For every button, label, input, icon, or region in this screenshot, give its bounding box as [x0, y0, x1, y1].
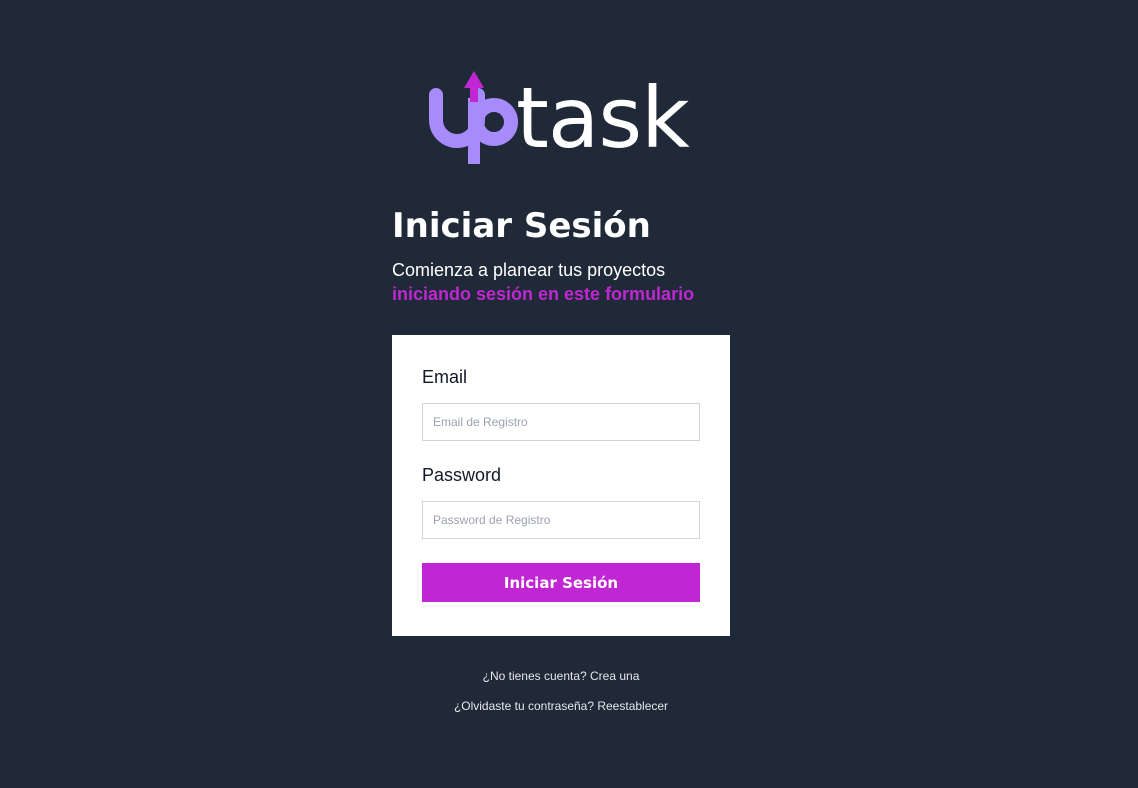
password-input[interactable]: [422, 501, 700, 539]
auth-footer-links: ¿No tienes cuenta? Crea una ¿Olvidaste t…: [392, 666, 730, 716]
page-title: Iniciar Sesión: [392, 206, 651, 246]
subtitle-line-1: Comienza a planear tus proyectos: [392, 260, 666, 280]
logo-wordmark: task: [516, 69, 690, 167]
up-arrow-logo-icon: [429, 71, 518, 164]
password-label: Password: [422, 465, 502, 485]
subtitle-line-2-highlight: iniciando sesión en este formulario: [392, 284, 695, 304]
login-submit-button[interactable]: Iniciar Sesión: [422, 563, 700, 602]
register-link[interactable]: ¿No tienes cuenta? Crea una: [392, 666, 730, 686]
password-field-group: Password: [422, 463, 700, 539]
page-subtitle: Comienza a planear tus proyectos inician…: [392, 258, 752, 306]
reset-password-link[interactable]: ¿Olvidaste tu contraseña? Reestablecer: [392, 696, 730, 716]
login-form: Email Password Iniciar Sesión: [392, 335, 730, 636]
email-label: Email: [422, 367, 468, 387]
app-logo: task: [428, 68, 698, 168]
email-field-group: Email: [422, 365, 700, 441]
email-input[interactable]: [422, 403, 700, 441]
